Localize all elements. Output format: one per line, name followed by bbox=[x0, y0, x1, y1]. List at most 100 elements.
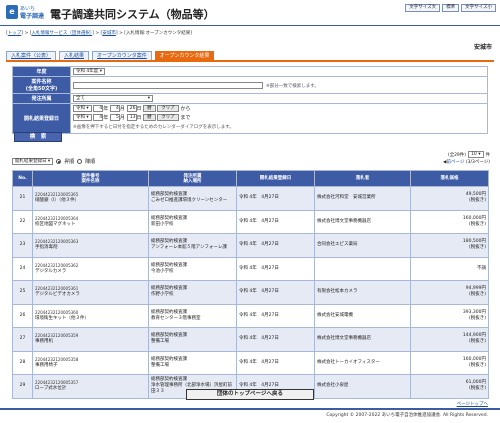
amount-tax: (税抜き) bbox=[468, 386, 486, 392]
tab-bid-results[interactable]: 入札結果 bbox=[59, 51, 90, 60]
row-winner bbox=[314, 256, 411, 281]
to-clear-button[interactable]: クリア bbox=[157, 114, 179, 121]
sort-field-select[interactable]: 開札結果登録日 ▾ bbox=[12, 158, 54, 165]
to-calendar-icon[interactable]: 暦 bbox=[143, 114, 156, 121]
section-label: 発注所属 bbox=[12, 93, 71, 104]
case-name-input[interactable] bbox=[73, 81, 263, 89]
row-winner: 合同会社エピス薬局 bbox=[314, 233, 411, 258]
font-size-controls: 文字サイズ大 標準 文字サイズ小 bbox=[405, 4, 496, 12]
row-case: 22044232120005360 環境衛生キット（他３件） bbox=[32, 303, 149, 328]
delivery-place: 教育センター３階事務室 bbox=[151, 315, 201, 321]
row-case: 22044232120005362 デジタルカメラ bbox=[32, 256, 149, 281]
footer-divider bbox=[0, 408, 500, 410]
row-no: 24 bbox=[12, 256, 33, 281]
to-year-input[interactable]: 4 bbox=[93, 114, 104, 121]
from-day-input[interactable]: 26 bbox=[126, 105, 137, 112]
row-section: 総務部契約検査課 整備工場 bbox=[148, 327, 237, 352]
search-button[interactable]: 検 索 bbox=[14, 132, 62, 142]
tab-bid-cases[interactable]: 入札案件（公表） bbox=[6, 51, 57, 60]
breadcrumb-top[interactable]: トップ bbox=[8, 31, 22, 36]
from-calendar-icon[interactable]: 暦 bbox=[143, 105, 156, 112]
row-no: 25 bbox=[12, 280, 33, 305]
row-date: 令和 4年 4月27日 bbox=[236, 327, 315, 352]
case-name-link[interactable]: 手指消毒剤 bbox=[35, 245, 146, 251]
tab-bar: 入札案件（公表） 入札結果 オープンカウンタ案件 オープンカウンタ結果 bbox=[6, 51, 215, 60]
row-case: 22044232120005359 事務用机 bbox=[32, 327, 149, 352]
to-month-input[interactable]: 5 bbox=[109, 114, 120, 121]
row-amount: 不調 bbox=[410, 256, 489, 281]
font-standard-button[interactable]: 標準 bbox=[442, 4, 460, 12]
to-era-select[interactable]: 令和 ▾ bbox=[73, 114, 92, 121]
amount-tax: (税抜き) bbox=[468, 221, 486, 227]
row-section: 総務部契約検査課 ごみゼロ推進課環境クリーンセンター bbox=[148, 186, 237, 211]
tab-open-counter-cases[interactable]: オープンカウンタ案件 bbox=[92, 51, 152, 60]
date-label: 開札結果登録日 bbox=[12, 103, 71, 134]
row-winner: 有限会社松本カメラ bbox=[314, 280, 411, 305]
row-winner: 株式会社安城電機 bbox=[314, 303, 411, 328]
font-large-button[interactable]: 文字サイズ大 bbox=[405, 4, 441, 12]
table-header-row: No. 案件番号 案件名称 発注所属 納入場所 開札結果登録日 落札者 落札価格 bbox=[12, 170, 489, 187]
row-case: 22044232120005365 硝酸銀（Ⅰ）（他３件） bbox=[32, 186, 149, 211]
case-name-link[interactable]: デジタルカメラ bbox=[35, 269, 146, 275]
case-name-link[interactable]: 環境衛生キット（他３件） bbox=[35, 316, 146, 322]
row-date: 令和 4年 4月27日 bbox=[236, 233, 315, 258]
case-name-link[interactable]: 事務用机 bbox=[35, 339, 146, 345]
section-select[interactable]: 全て ▾ bbox=[73, 95, 153, 102]
name-note: ※部分一致で検索します。 bbox=[266, 83, 319, 89]
amount-tax: (税抜き) bbox=[468, 362, 486, 368]
delivery-place: 整備工場 bbox=[151, 362, 169, 368]
row-winner: 株式会社河和堂 安城営業所 bbox=[314, 186, 411, 211]
header-winner: 落札者 bbox=[314, 170, 411, 187]
row-amount: 160,000円 (税抜き) bbox=[410, 350, 489, 375]
delivery-place: 作野小学校 bbox=[151, 292, 174, 298]
site-logo[interactable]: e あいち 電子調達 bbox=[6, 4, 46, 24]
back-to-top-button[interactable]: 団体のトップページへ戻る bbox=[186, 389, 314, 400]
case-name-link[interactable]: 校区地図マグネット bbox=[35, 222, 146, 228]
year-select[interactable]: 令和 4年度 ▾ bbox=[73, 68, 105, 75]
from-era-select[interactable]: 令和 ▾ bbox=[73, 105, 92, 112]
row-case: 22044232120005357 ロープ式水位計 bbox=[32, 374, 149, 399]
copyright: Copyright © 2007-2022 あいち電子自治体推進協議会. All… bbox=[326, 413, 488, 418]
row-amount: 180,500円 (税抜き) bbox=[410, 233, 489, 258]
delivery-place: アンフォーレ本館５階アンフォーレ課 bbox=[151, 245, 227, 251]
row-date: 令和 4年 4月27日 bbox=[236, 256, 315, 281]
date-to-row: 令和 ▾ 4年 5月 13日 暦 クリア まで bbox=[73, 114, 485, 123]
row-section: 総務部契約検査課 今池小学校 bbox=[148, 256, 237, 281]
delivery-place: ごみゼロ推進課環境クリーンセンター bbox=[151, 198, 228, 204]
case-name-link[interactable]: ロープ式水位計 bbox=[35, 386, 146, 392]
to-day-input[interactable]: 13 bbox=[126, 114, 137, 121]
row-no: 26 bbox=[12, 303, 33, 328]
case-name-link[interactable]: 事務用椅子 bbox=[35, 363, 146, 369]
amount-tax: (税抜き) bbox=[468, 245, 486, 251]
row-no: 29 bbox=[12, 374, 33, 399]
from-year-input[interactable]: 4 bbox=[93, 105, 104, 112]
from-month-input[interactable]: 4 bbox=[109, 105, 120, 112]
table-row: 24 22044232120005362 デジタルカメラ 総務部契約検査課 今池小学校令… bbox=[12, 256, 489, 281]
per-page-select[interactable]: 10 ▾ bbox=[468, 151, 484, 158]
sort-desc-radio[interactable] bbox=[77, 159, 83, 164]
row-section: 総務部契約検査課 作野小学校 bbox=[148, 280, 237, 305]
row-date: 令和 4年 4月27日 bbox=[236, 209, 315, 234]
year-label: 年度 bbox=[12, 66, 71, 77]
breadcrumb-service[interactable]: 入札情報サービス（団体選択） bbox=[31, 31, 92, 36]
row-amount: 94,999円 (税抜き) bbox=[410, 280, 489, 305]
delivery-place: 整備工場 bbox=[151, 339, 169, 345]
row-case: 22044232120005363 手指消毒剤 bbox=[32, 233, 149, 258]
case-name-link[interactable]: 硝酸銀（Ⅰ）（他３件） bbox=[35, 198, 146, 204]
from-clear-button[interactable]: クリア bbox=[157, 105, 179, 112]
row-amount: 393,300円 (税抜き) bbox=[410, 303, 489, 328]
table-row: 22 22044232120005364 校区地図マグネット 総務部契約検査課 新田小学… bbox=[12, 209, 489, 234]
delivery-place: 今池小学校 bbox=[151, 268, 174, 274]
font-small-button[interactable]: 文字サイズ小 bbox=[461, 4, 496, 12]
breadcrumb-city[interactable]: 安城市 bbox=[102, 31, 116, 36]
amount-tax: (税抜き) bbox=[468, 198, 486, 204]
row-amount: 49,500円 (税抜き) bbox=[410, 186, 489, 211]
sort-asc-radio[interactable] bbox=[56, 159, 62, 164]
case-name-link[interactable]: デジタルビデオカメラ bbox=[35, 292, 146, 298]
logo-line2: 電子調達 bbox=[20, 13, 45, 20]
tab-open-counter-results[interactable]: オープンカウンタ結果 bbox=[154, 51, 215, 60]
prev-page-link[interactable]: 前ページ bbox=[446, 160, 464, 165]
page-top-link[interactable]: ページトップへ bbox=[457, 401, 488, 407]
results-table: No. 案件番号 案件名称 発注所属 納入場所 開札結果登録日 落札者 落札価格… bbox=[12, 170, 489, 399]
delivery-place: 新田小学校 bbox=[151, 221, 174, 227]
